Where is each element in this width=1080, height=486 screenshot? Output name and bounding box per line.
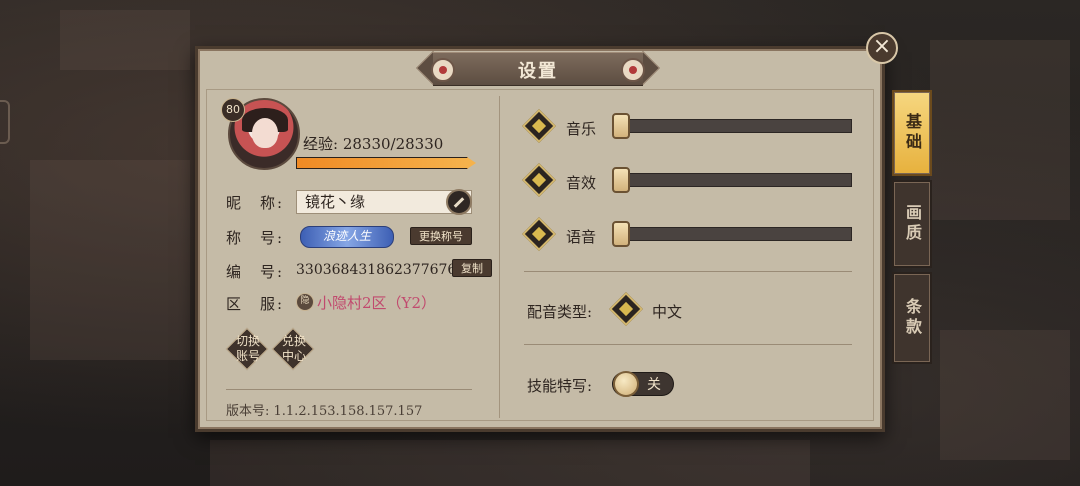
voice-label: 语音 — [566, 228, 597, 246]
exp-bar — [296, 157, 476, 169]
redeem-center-button[interactable]: 兑换中心 — [271, 327, 316, 372]
voice-slider-handle[interactable] — [612, 221, 630, 247]
tab-basic[interactable]: 基础 — [892, 90, 932, 176]
voice-slider-track[interactable] — [624, 227, 852, 241]
divider — [524, 271, 852, 272]
tab-basic-label: 基础 — [903, 113, 922, 153]
skill-closeup-toggle[interactable]: 关 — [612, 371, 674, 397]
id-label: 编 号: — [226, 263, 285, 281]
copy-id-button[interactable]: 复制 — [452, 259, 492, 277]
level-badge: 80 — [221, 98, 245, 122]
sfx-label: 音效 — [566, 174, 597, 192]
player-id: 3303684318623776768 — [296, 262, 466, 278]
edit-nickname-icon[interactable] — [446, 189, 472, 215]
server-icon: 隐 — [296, 293, 314, 311]
music-label: 音乐 — [566, 120, 597, 138]
music-icon — [522, 109, 556, 143]
switch-account-label: 切换账号 — [235, 334, 260, 363]
sfx-slider-handle[interactable] — [612, 167, 630, 193]
divider — [524, 344, 852, 345]
toggle-state-text: 关 — [647, 377, 661, 393]
dialog-title: 设置 — [518, 61, 558, 82]
change-title-button[interactable]: 更换称号 — [410, 227, 472, 245]
tab-graphics[interactable]: 画质 — [892, 180, 932, 268]
switch-account-button[interactable]: 切换账号 — [225, 327, 270, 372]
dialog-title-bar: 设置 — [413, 51, 663, 86]
column-divider — [499, 96, 500, 418]
exp-text: 经验: 28330/28330 — [303, 135, 444, 153]
left-edge-handle — [0, 100, 10, 144]
title-badge: 浪迹人生 — [300, 226, 394, 248]
skill-closeup-label: 技能特写: — [527, 377, 593, 395]
tab-terms-label: 条款 — [903, 298, 922, 338]
title-label: 称 号: — [226, 229, 285, 247]
exp-bar-fill — [297, 158, 467, 168]
music-slider-track[interactable] — [624, 119, 852, 133]
voice-icon — [522, 217, 556, 251]
nickname-label: 昵 称: — [226, 194, 285, 212]
voice-type-selector-icon[interactable] — [609, 292, 643, 326]
toggle-knob — [613, 371, 639, 397]
sfx-icon — [522, 163, 556, 197]
tab-graphics-label: 画质 — [903, 204, 922, 244]
sfx-slider-track[interactable] — [624, 173, 852, 187]
server-label: 区 服: — [226, 295, 285, 313]
voice-type-value: 中文 — [652, 303, 683, 321]
close-button[interactable]: × — [866, 32, 898, 64]
redeem-center-label: 兑换中心 — [281, 334, 306, 363]
music-slider-handle[interactable] — [612, 113, 630, 139]
server-name: 小隐村2区（Y2） — [317, 294, 436, 312]
tab-terms[interactable]: 条款 — [892, 272, 932, 364]
divider — [226, 389, 472, 390]
version-text: 版本号: 1.1.2.153.158.157.157 — [226, 404, 423, 419]
voice-type-label: 配音类型: — [527, 303, 593, 321]
